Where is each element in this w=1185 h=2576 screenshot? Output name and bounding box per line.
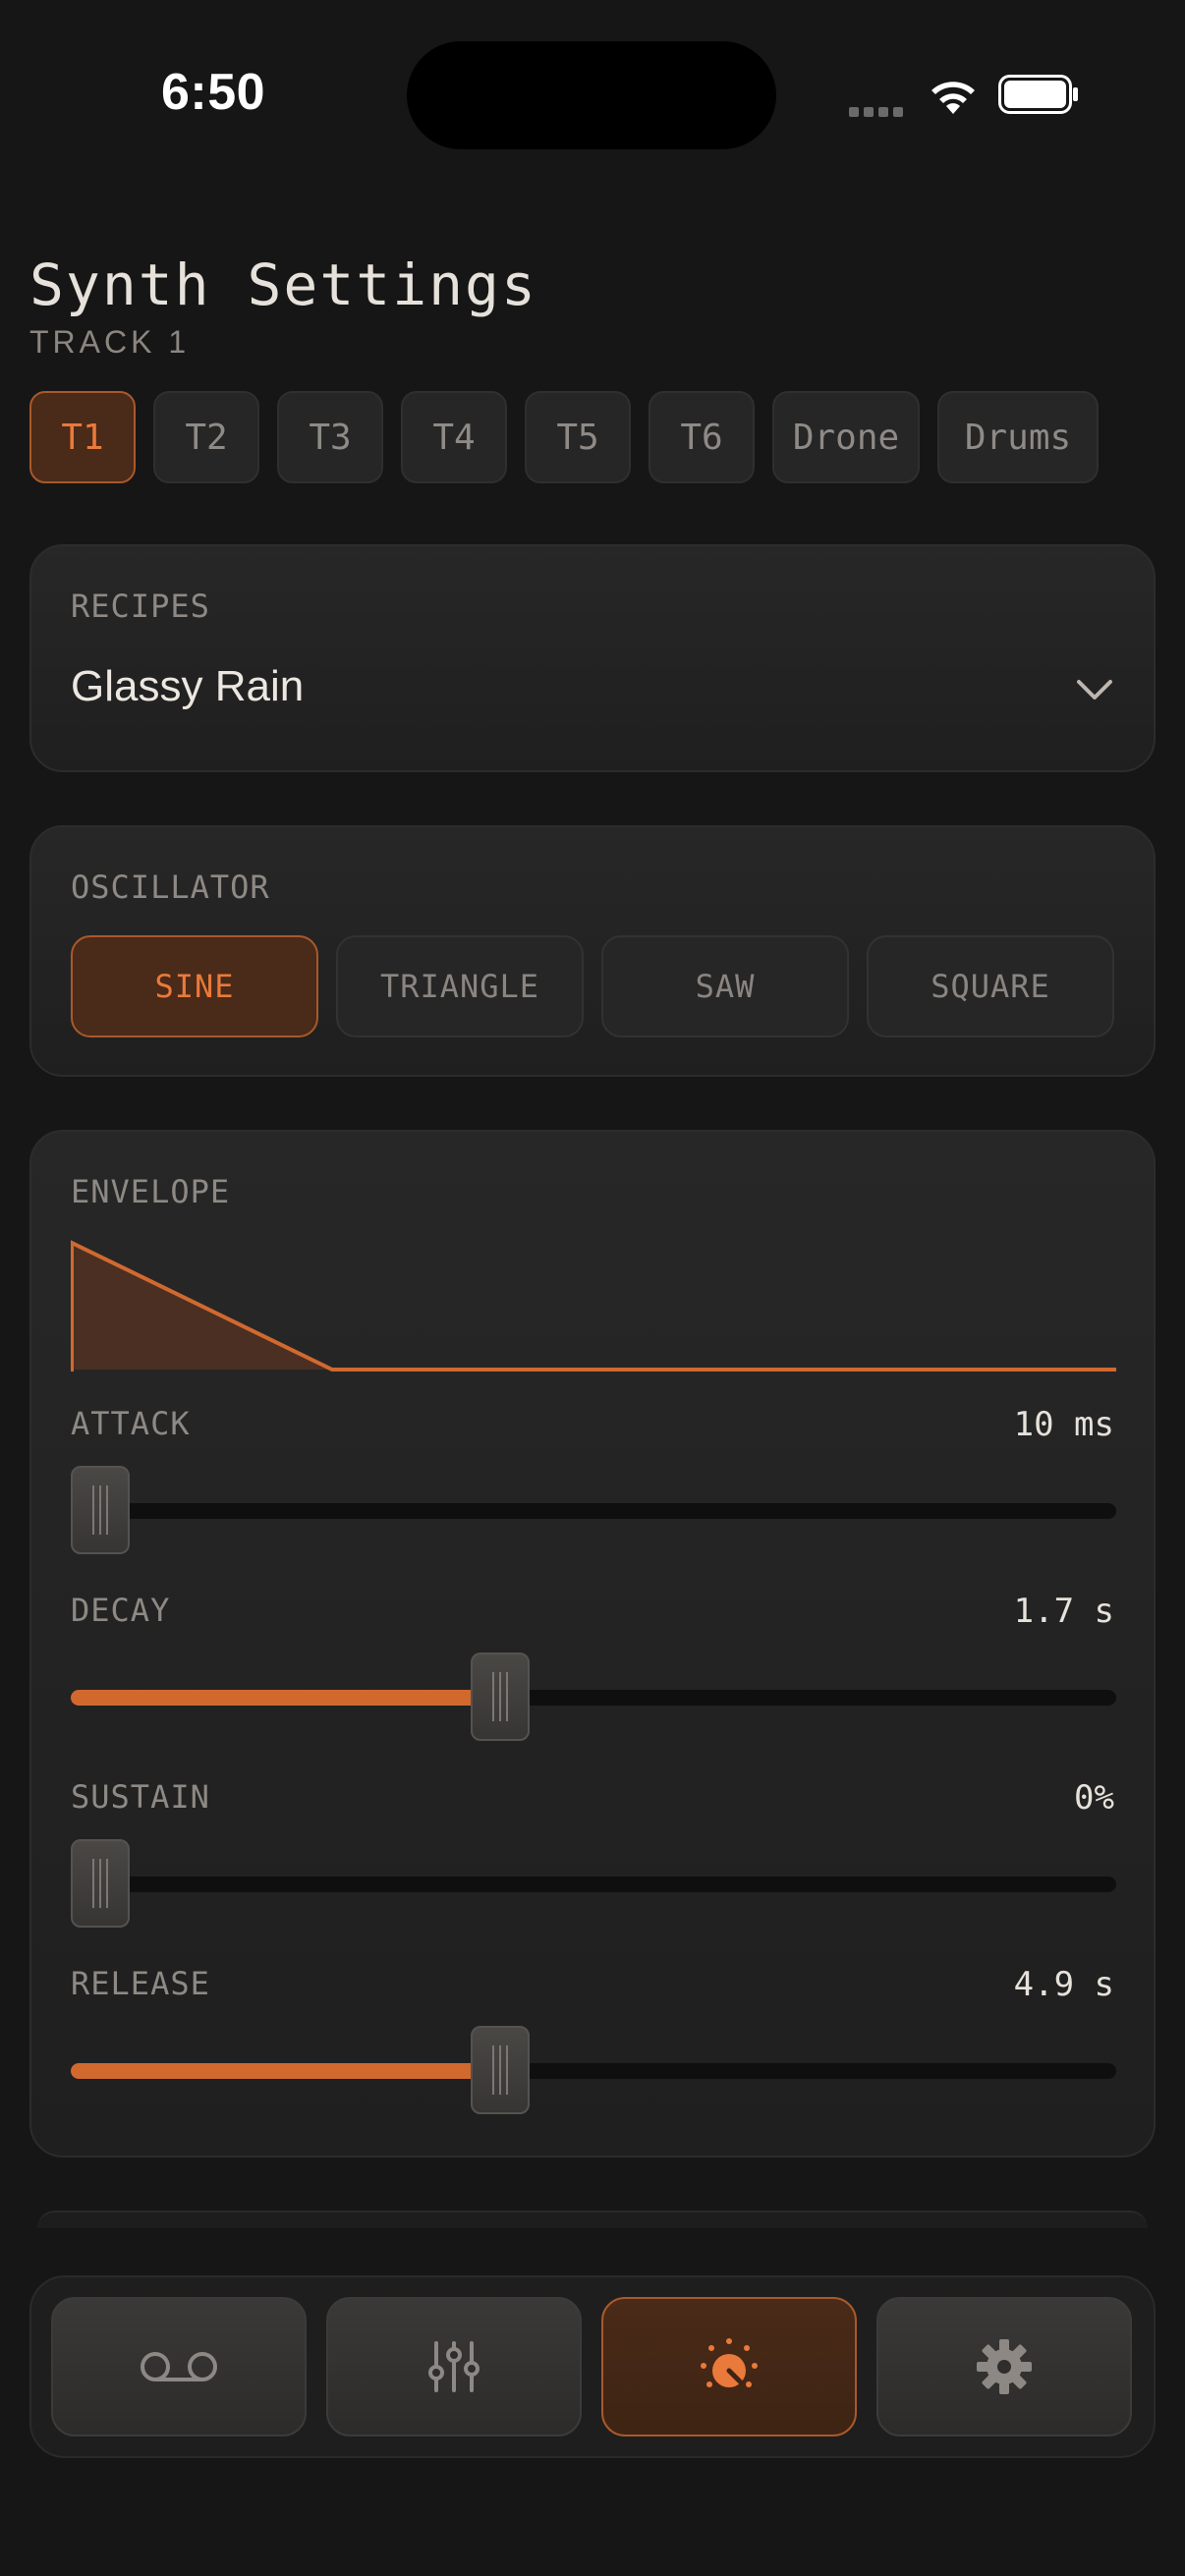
cellular-signal-icon — [849, 102, 908, 117]
osc-triangle-button[interactable]: TRIANGLE — [336, 935, 584, 1037]
envelope-graph — [71, 1240, 1116, 1372]
tab-t2[interactable]: T2 — [153, 391, 259, 483]
recipe-select-value[interactable]: Glassy Rain — [71, 662, 304, 711]
bottom-nav — [29, 2275, 1156, 2458]
dynamic-island — [407, 41, 776, 149]
wifi-icon — [931, 82, 975, 114]
battery-icon — [998, 75, 1078, 114]
nav-settings-button[interactable] — [876, 2297, 1132, 2436]
sustain-value: 0% — [1074, 1778, 1114, 1818]
nav-recorder-button[interactable] — [51, 2297, 307, 2436]
tab-drums[interactable]: Drums — [937, 391, 1099, 483]
status-time: 6:50 — [161, 64, 266, 121]
nav-mixer-button[interactable] — [326, 2297, 582, 2436]
track-tabs: T1 T2 T3 T4 T5 T6 Drone Drums — [29, 391, 1099, 483]
envelope-label: ENVELOPE — [71, 1173, 231, 1210]
release-slider-fill — [71, 2063, 480, 2079]
tab-t4[interactable]: T4 — [401, 391, 507, 483]
voicemail-tape-icon — [141, 2352, 217, 2381]
attack-label: ATTACK — [71, 1405, 191, 1442]
attack-value: 10 ms — [1013, 1405, 1114, 1444]
release-slider-thumb[interactable] — [471, 2026, 530, 2114]
oscillator-card: OSCILLATOR SINE TRIANGLE SAW SQUARE — [29, 825, 1156, 1077]
attack-slider[interactable] — [71, 1466, 1116, 1554]
osc-sine-button[interactable]: SINE — [71, 935, 318, 1037]
sustain-slider-thumb[interactable] — [71, 1839, 130, 1928]
chevron-down-icon[interactable] — [1075, 674, 1114, 703]
recipes-card[interactable]: RECIPES Glassy Rain — [29, 544, 1156, 772]
decay-slider[interactable] — [71, 1652, 1116, 1741]
page-subtitle: TRACK 1 — [29, 324, 191, 360]
recipes-label: RECIPES — [71, 588, 210, 625]
envelope-card: ENVELOPE ATTACK 10 ms DECAY 1.7 s SUSTAI… — [29, 1130, 1156, 2157]
next-card-edge — [37, 2211, 1148, 2228]
release-label: RELEASE — [71, 1965, 210, 2002]
gear-icon — [977, 2339, 1032, 2394]
nav-synth-button[interactable] — [601, 2297, 857, 2436]
mixer-sliders-icon — [428, 2341, 480, 2392]
tab-t6[interactable]: T6 — [649, 391, 755, 483]
sustain-slider[interactable] — [71, 1839, 1116, 1928]
tab-t1[interactable]: T1 — [29, 391, 136, 483]
decay-slider-thumb[interactable] — [471, 1652, 530, 1741]
decay-slider-fill — [71, 1690, 480, 1706]
release-slider[interactable] — [71, 2026, 1116, 2114]
decay-value: 1.7 s — [1013, 1592, 1114, 1631]
release-value: 4.9 s — [1013, 1965, 1114, 2004]
oscillator-options: SINE TRIANGLE SAW SQUARE — [71, 935, 1114, 1037]
page-title: Synth Settings — [29, 252, 537, 318]
synth-knob-icon — [701, 2338, 758, 2387]
attack-slider-thumb[interactable] — [71, 1466, 130, 1554]
tab-t3[interactable]: T3 — [277, 391, 383, 483]
sustain-label: SUSTAIN — [71, 1778, 210, 1816]
osc-saw-button[interactable]: SAW — [601, 935, 849, 1037]
osc-square-button[interactable]: SQUARE — [867, 935, 1114, 1037]
tab-drone[interactable]: Drone — [772, 391, 920, 483]
tab-t5[interactable]: T5 — [525, 391, 631, 483]
decay-label: DECAY — [71, 1592, 171, 1629]
oscillator-label: OSCILLATOR — [71, 868, 270, 906]
